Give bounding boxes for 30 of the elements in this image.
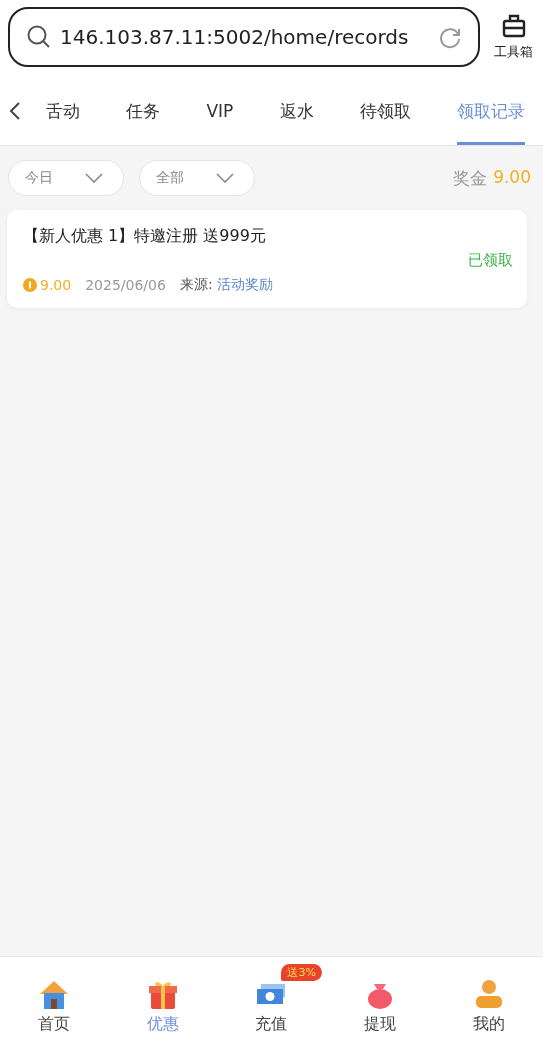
record-status: 已领取 bbox=[468, 251, 513, 270]
record-date: 2025/06/06 bbox=[85, 277, 166, 293]
tab[interactable]: 任务 bbox=[126, 77, 161, 145]
toolbox-icon[interactable] bbox=[500, 13, 527, 39]
filter-dropdown[interactable]: 全部 bbox=[139, 160, 255, 196]
nav-item[interactable]: 提现 bbox=[332, 963, 429, 1035]
filter-dropdown[interactable]: 今日 bbox=[8, 160, 124, 196]
tab[interactable]: 舌动 bbox=[46, 77, 80, 145]
url-text: 146.103.87.11:5002/home/records bbox=[60, 25, 410, 49]
bonus-amount: 9.00 bbox=[493, 166, 531, 189]
chevron-down-icon bbox=[85, 173, 103, 183]
promo-badge: 送3% bbox=[281, 963, 322, 981]
record-amount: 9.00 bbox=[40, 277, 72, 293]
toolbox-label: 工具箱 bbox=[494, 43, 533, 61]
back-icon[interactable] bbox=[8, 100, 22, 122]
coin-icon bbox=[23, 278, 37, 292]
tab[interactable]: VIP bbox=[206, 77, 234, 145]
source-link[interactable]: 活动奖励 bbox=[216, 276, 273, 294]
nav-item[interactable]: 我的 bbox=[440, 963, 537, 1035]
nav-item[interactable]: 首页 bbox=[6, 963, 103, 1035]
reload-icon[interactable] bbox=[438, 25, 462, 49]
address-bar[interactable]: 146.103.87.11:5002/home/records bbox=[8, 7, 480, 67]
search-icon bbox=[26, 24, 52, 50]
nav-item[interactable]: 送3% 充值 bbox=[223, 963, 320, 1035]
source-label: 来源: bbox=[179, 276, 213, 294]
tab[interactable]: 待领取 bbox=[359, 77, 411, 145]
bonus-label: 奖金 bbox=[453, 166, 488, 190]
chevron-down-icon bbox=[216, 173, 234, 183]
tab[interactable]: 返水 bbox=[279, 77, 314, 145]
record-title: 【新人优惠 1】特邀注册 送999元 bbox=[23, 226, 267, 247]
